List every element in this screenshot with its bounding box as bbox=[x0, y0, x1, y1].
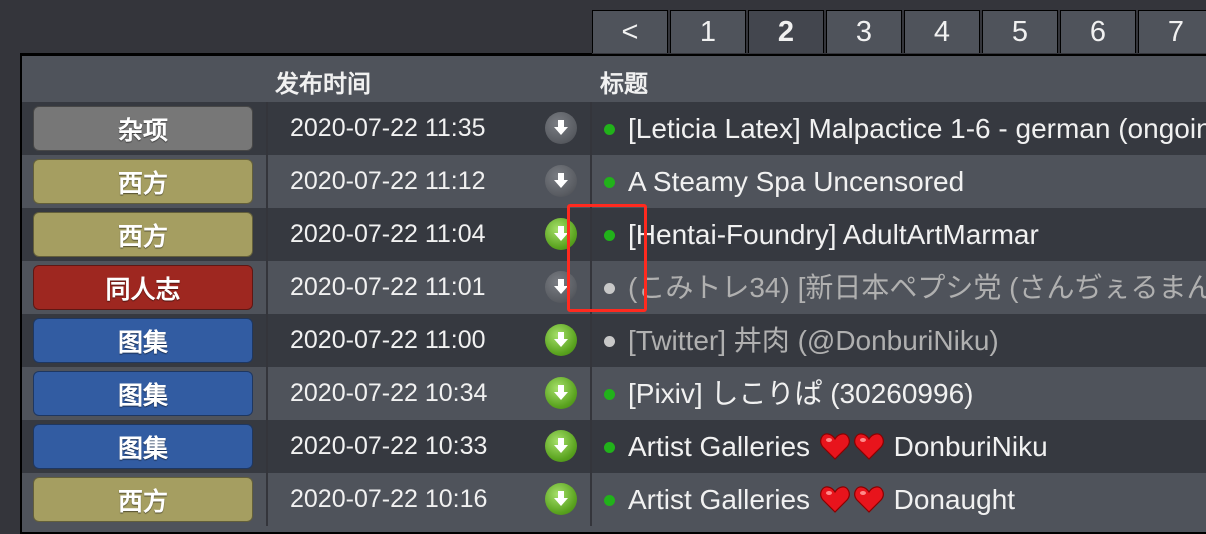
title-text: [Leticia Latex] Malpactice 1-6 - german … bbox=[628, 113, 1206, 144]
title-tag: DonburiNiku bbox=[893, 431, 1048, 462]
publish-date: 2020-07-22 10:33 bbox=[290, 432, 488, 460]
status-dot-icon bbox=[604, 389, 615, 400]
category-badge[interactable]: 西方 bbox=[33, 212, 253, 257]
column-divider bbox=[266, 473, 268, 526]
table-header: 发布时间 标题 bbox=[22, 56, 1206, 102]
page-5-button[interactable]: 5 bbox=[982, 10, 1058, 53]
title-text: (こみトレ34) [新日本ペプシ党 (さんぢぇるまん・猿)] bbox=[628, 272, 1206, 303]
pagination: <1 2 3 4 5 6 7 bbox=[592, 10, 1206, 53]
table-row: 图集 2020-07-22 10:33 Artist Galleries Donbu… bbox=[22, 420, 1206, 473]
publish-date: 2020-07-22 10:34 bbox=[290, 379, 488, 407]
category-badge[interactable]: 图集 bbox=[33, 424, 253, 469]
download-icon[interactable] bbox=[545, 430, 577, 462]
download-icon[interactable] bbox=[545, 324, 577, 356]
column-divider bbox=[266, 420, 268, 473]
category-badge[interactable]: 杂项 bbox=[33, 106, 253, 151]
column-divider bbox=[266, 102, 268, 155]
status-dot-icon bbox=[604, 495, 615, 506]
download-icon[interactable] bbox=[545, 165, 577, 197]
page-7-button[interactable]: 7 bbox=[1138, 10, 1206, 53]
gallery-title-link[interactable]: [Twitter] 丼肉 (@DonburiNiku) bbox=[628, 314, 999, 367]
column-divider bbox=[266, 367, 268, 420]
title-text: Artist Galleries bbox=[628, 484, 811, 515]
heart-icon bbox=[820, 424, 850, 477]
status-dot-icon bbox=[604, 177, 615, 188]
table-row: 图集 2020-07-22 10:34 [Pixiv] しこりぱ (30260996… bbox=[22, 367, 1206, 420]
header-title: 标题 bbox=[600, 71, 648, 98]
category-badge[interactable]: 西方 bbox=[33, 159, 253, 204]
title-text: [Hentai-Foundry] AdultArtMarmar bbox=[628, 219, 1039, 250]
gallery-title-link[interactable]: [Hentai-Foundry] AdultArtMarmar bbox=[628, 208, 1039, 261]
title-tag: Donaught bbox=[893, 484, 1016, 515]
gallery-title-link[interactable]: [Pixiv] しこりぱ (30260996) bbox=[628, 367, 973, 420]
column-divider bbox=[590, 367, 592, 420]
gallery-title-link[interactable]: (こみトレ34) [新日本ペプシ党 (さんぢぇるまん・猿)] bbox=[628, 261, 1206, 314]
category-badge[interactable]: 图集 bbox=[33, 371, 253, 416]
download-icon[interactable] bbox=[545, 377, 577, 409]
column-divider bbox=[590, 102, 592, 155]
page-2-button[interactable]: 2 bbox=[748, 10, 824, 53]
page-prev-button[interactable]: < bbox=[592, 10, 668, 53]
column-divider bbox=[590, 420, 592, 473]
column-divider bbox=[266, 155, 268, 208]
title-text: A Steamy Spa Uncensored bbox=[628, 166, 965, 197]
gallery-title-link[interactable]: [Leticia Latex] Malpactice 1-6 - german … bbox=[628, 102, 1206, 155]
title-text: [Pixiv] しこりぱ (30260996) bbox=[628, 378, 974, 409]
publish-date: 2020-07-22 11:35 bbox=[290, 114, 486, 142]
heart-icon bbox=[854, 424, 884, 477]
page-3-button[interactable]: 3 bbox=[826, 10, 902, 53]
download-icon[interactable] bbox=[545, 483, 577, 515]
page-1-button[interactable]: 1 bbox=[670, 10, 746, 53]
status-dot-icon bbox=[604, 124, 615, 135]
category-badge[interactable]: 同人志 bbox=[33, 265, 253, 310]
table-row: 西方 2020-07-22 11:12 A Steamy Spa Uncensore… bbox=[22, 155, 1206, 208]
download-icon[interactable] bbox=[545, 112, 577, 144]
column-divider bbox=[266, 314, 268, 367]
publish-date: 2020-07-22 11:12 bbox=[290, 167, 486, 195]
header-published: 发布时间 bbox=[275, 71, 371, 98]
status-dot-icon bbox=[604, 442, 615, 453]
column-divider bbox=[590, 155, 592, 208]
page-4-button[interactable]: 4 bbox=[904, 10, 980, 53]
annotation-highlight-box bbox=[567, 204, 647, 312]
gallery-title-link[interactable]: Artist Galleries Donaught bbox=[628, 473, 1015, 526]
category-badge[interactable]: 图集 bbox=[33, 318, 253, 363]
title-text: Artist Galleries bbox=[628, 431, 811, 462]
publish-date: 2020-07-22 10:16 bbox=[290, 485, 488, 513]
heart-icon bbox=[820, 477, 850, 530]
publish-date: 2020-07-22 11:04 bbox=[290, 220, 486, 248]
gallery-title-link[interactable]: Artist Galleries DonburiNiku bbox=[628, 420, 1048, 473]
gallery-title-link[interactable]: A Steamy Spa Uncensored bbox=[628, 155, 964, 208]
publish-date: 2020-07-22 11:00 bbox=[290, 326, 486, 354]
table-row: 西方 2020-07-22 10:16 Artist Galleries Donau… bbox=[22, 473, 1206, 526]
column-divider bbox=[590, 314, 592, 367]
category-badge[interactable]: 西方 bbox=[33, 477, 253, 522]
table-row: 图集 2020-07-22 11:00 [Twitter] 丼肉 (@Donburi… bbox=[22, 314, 1206, 367]
table-row: 杂项 2020-07-22 11:35 [Leticia Latex] Malpac… bbox=[22, 102, 1206, 155]
column-divider bbox=[590, 473, 592, 526]
status-dot-icon bbox=[604, 336, 615, 347]
publish-date: 2020-07-22 11:01 bbox=[290, 273, 486, 301]
column-divider bbox=[266, 261, 268, 314]
column-divider bbox=[266, 208, 268, 261]
heart-icon bbox=[854, 477, 884, 530]
page-6-button[interactable]: 6 bbox=[1060, 10, 1136, 53]
title-text: [Twitter] 丼肉 (@DonburiNiku) bbox=[628, 325, 999, 356]
